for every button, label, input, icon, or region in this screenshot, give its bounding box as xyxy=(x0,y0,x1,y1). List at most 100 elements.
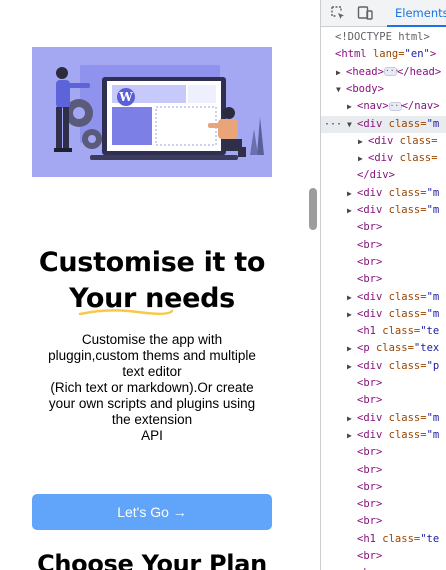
expand-arrow-icon[interactable]: ▶ xyxy=(336,64,341,81)
hero-illustration: W xyxy=(32,47,272,177)
feature-description: Customise the app with pluggin,custom th… xyxy=(36,332,268,444)
section-heading-line2: Your needs xyxy=(69,283,235,314)
dom-node-row[interactable]: <br> xyxy=(321,392,446,409)
description-line: (Rich text or markdown).Or create xyxy=(50,380,254,395)
dom-node-row[interactable]: ··· ▼ <div class="m xyxy=(321,115,446,133)
node-actions-icon[interactable]: ··· xyxy=(324,116,342,133)
description-line: pluggin,custom thems and multiple xyxy=(48,348,256,363)
dom-node-markup: <br> xyxy=(357,273,383,286)
wordpress-logo-icon: W xyxy=(117,88,135,106)
collapsed-content-badge[interactable]: ··· xyxy=(388,101,404,111)
dom-node-row[interactable]: <h1 class="te xyxy=(321,531,446,548)
dom-node-markup: <p class="tex xyxy=(357,342,440,355)
dom-node-row[interactable]: <br> xyxy=(321,462,446,479)
collapse-arrow-icon[interactable]: ▼ xyxy=(347,116,352,133)
dom-node-markup: <div class="m xyxy=(357,411,440,424)
dom-node-row[interactable]: <h1 class="te xyxy=(321,323,446,340)
dom-node-row[interactable]: <!DOCTYPE html> xyxy=(321,29,446,46)
lets-go-button[interactable]: Let's Go → xyxy=(32,494,272,530)
expand-arrow-icon[interactable]: ▶ xyxy=(347,410,352,427)
tab-elements[interactable]: Elements xyxy=(387,0,446,27)
dom-node-markup: <br> xyxy=(357,221,383,234)
dom-node-markup: <br> xyxy=(357,550,383,562)
dom-node-row[interactable]: <br> xyxy=(321,513,446,530)
expand-arrow-icon[interactable]: ▶ xyxy=(347,98,352,115)
dom-node-markup: <br> xyxy=(357,446,383,459)
dom-node-row[interactable]: <br> xyxy=(321,254,446,271)
dom-node-row[interactable]: ▶ <div class= xyxy=(321,150,446,167)
dom-node-markup: <br> xyxy=(357,463,383,476)
dom-node-row[interactable]: ▶ <div class="m xyxy=(321,306,446,323)
dom-node-row[interactable]: ▶ <div class="p xyxy=(321,358,446,375)
collapse-arrow-icon[interactable]: ▼ xyxy=(336,81,341,98)
dom-node-markup: <br> xyxy=(357,565,382,570)
dom-node-row[interactable]: <br> xyxy=(321,444,446,461)
dom-node-markup: <nav>···</nav> xyxy=(357,100,440,113)
expand-arrow-icon[interactable]: ▶ xyxy=(347,427,352,444)
dom-node-row[interactable]: <br> xyxy=(321,375,446,392)
description-line: the extension xyxy=(111,412,193,427)
devtools-panel: Elements <!DOCTYPE html> <html lang="en">… xyxy=(321,0,446,570)
dom-node-markup: <div class="p xyxy=(357,359,440,372)
collapsed-content-badge[interactable]: ··· xyxy=(383,67,399,77)
page-scrollbar[interactable] xyxy=(306,0,320,570)
dom-node-row[interactable]: ▶ <div class="m xyxy=(321,202,446,219)
dom-node-row[interactable]: ▶ <nav>···</nav> xyxy=(321,98,446,115)
dom-node-markup: <br> xyxy=(357,255,383,268)
expand-arrow-icon[interactable]: ▶ xyxy=(347,289,352,306)
dom-node-markup: <div class= xyxy=(368,134,438,147)
dom-node-markup: <div class="m xyxy=(357,307,440,320)
expand-arrow-icon[interactable]: ▶ xyxy=(358,150,363,167)
dom-node-row[interactable]: <br> xyxy=(321,237,446,254)
dom-node-row[interactable]: ▶ <div class="m xyxy=(321,427,446,444)
description-line: Customise the app with xyxy=(81,332,223,347)
dom-node-markup: <html lang="en"> xyxy=(335,48,437,61)
expand-arrow-icon[interactable]: ▶ xyxy=(347,340,352,357)
dom-node-row[interactable]: <html lang="en"> xyxy=(321,46,446,63)
dom-node-row[interactable]: <br> xyxy=(321,479,446,496)
pricing-heading: Choose Your Plan xyxy=(37,550,267,570)
dom-node-markup: <div class="m xyxy=(357,290,440,303)
dom-node-markup: </div> xyxy=(357,169,395,182)
dom-node-markup: <div class="m xyxy=(357,117,440,130)
dom-node-markup: <br> xyxy=(357,377,383,389)
dom-node-markup: <h1 class="te xyxy=(357,532,440,545)
dom-node-markup: <div class= xyxy=(368,152,438,165)
dom-node-row[interactable]: <br> xyxy=(321,548,446,565)
expand-arrow-icon[interactable]: ▶ xyxy=(347,202,352,219)
inspect-element-icon[interactable] xyxy=(330,5,346,21)
dom-node-row[interactable]: ▶ <div class= xyxy=(321,133,446,150)
dom-node-row[interactable]: ▶ <div class="m xyxy=(321,410,446,427)
dom-node-markup: <body> xyxy=(346,82,384,95)
dom-node-row[interactable]: <br> xyxy=(321,271,446,288)
dom-node-row[interactable]: <br> xyxy=(321,219,446,236)
developer-illustration xyxy=(32,47,272,177)
dom-node-row[interactable]: ▼ <body> xyxy=(321,81,446,98)
dom-node-markup: <div class="m xyxy=(357,428,440,441)
dom-node-markup: <br> xyxy=(357,238,383,251)
device-toolbar-icon[interactable] xyxy=(357,5,373,21)
description-line: your own scripts and plugins using xyxy=(48,396,256,411)
dom-node-markup: <h1 class="te xyxy=(357,325,440,338)
dom-node-markup: <br> xyxy=(357,480,383,493)
scrollbar-thumb[interactable] xyxy=(309,188,317,230)
dom-node-markup: <!DOCTYPE html> xyxy=(335,31,430,43)
dom-node-row[interactable]: <br> xyxy=(321,496,446,513)
description-line: API xyxy=(141,428,163,443)
dom-node-markup: <head>···</head> xyxy=(346,65,442,78)
expand-arrow-icon[interactable]: ▶ xyxy=(347,306,352,323)
dom-node-row[interactable]: ▶ <div class="m xyxy=(321,289,446,306)
description-line: text editor xyxy=(122,364,182,379)
dom-node-row[interactable]: <br> xyxy=(321,565,446,570)
expand-arrow-icon[interactable]: ▶ xyxy=(347,358,352,375)
dom-node-row[interactable]: </div> xyxy=(321,167,446,184)
expand-arrow-icon[interactable]: ▶ xyxy=(347,185,352,202)
dom-node-markup: <div class="m xyxy=(357,204,440,216)
dom-node-markup: <br> xyxy=(357,515,383,528)
dom-node-row[interactable]: ▶ <p class="tex xyxy=(321,340,446,357)
expand-arrow-icon[interactable]: ▶ xyxy=(358,133,363,150)
dom-node-markup: <div class="m xyxy=(357,186,440,199)
section-heading-line1: Customise it to xyxy=(38,247,266,278)
dom-node-row[interactable]: ▶ <div class="m xyxy=(321,185,446,202)
dom-node-row[interactable]: ▶ <head>···</head> xyxy=(321,64,446,81)
